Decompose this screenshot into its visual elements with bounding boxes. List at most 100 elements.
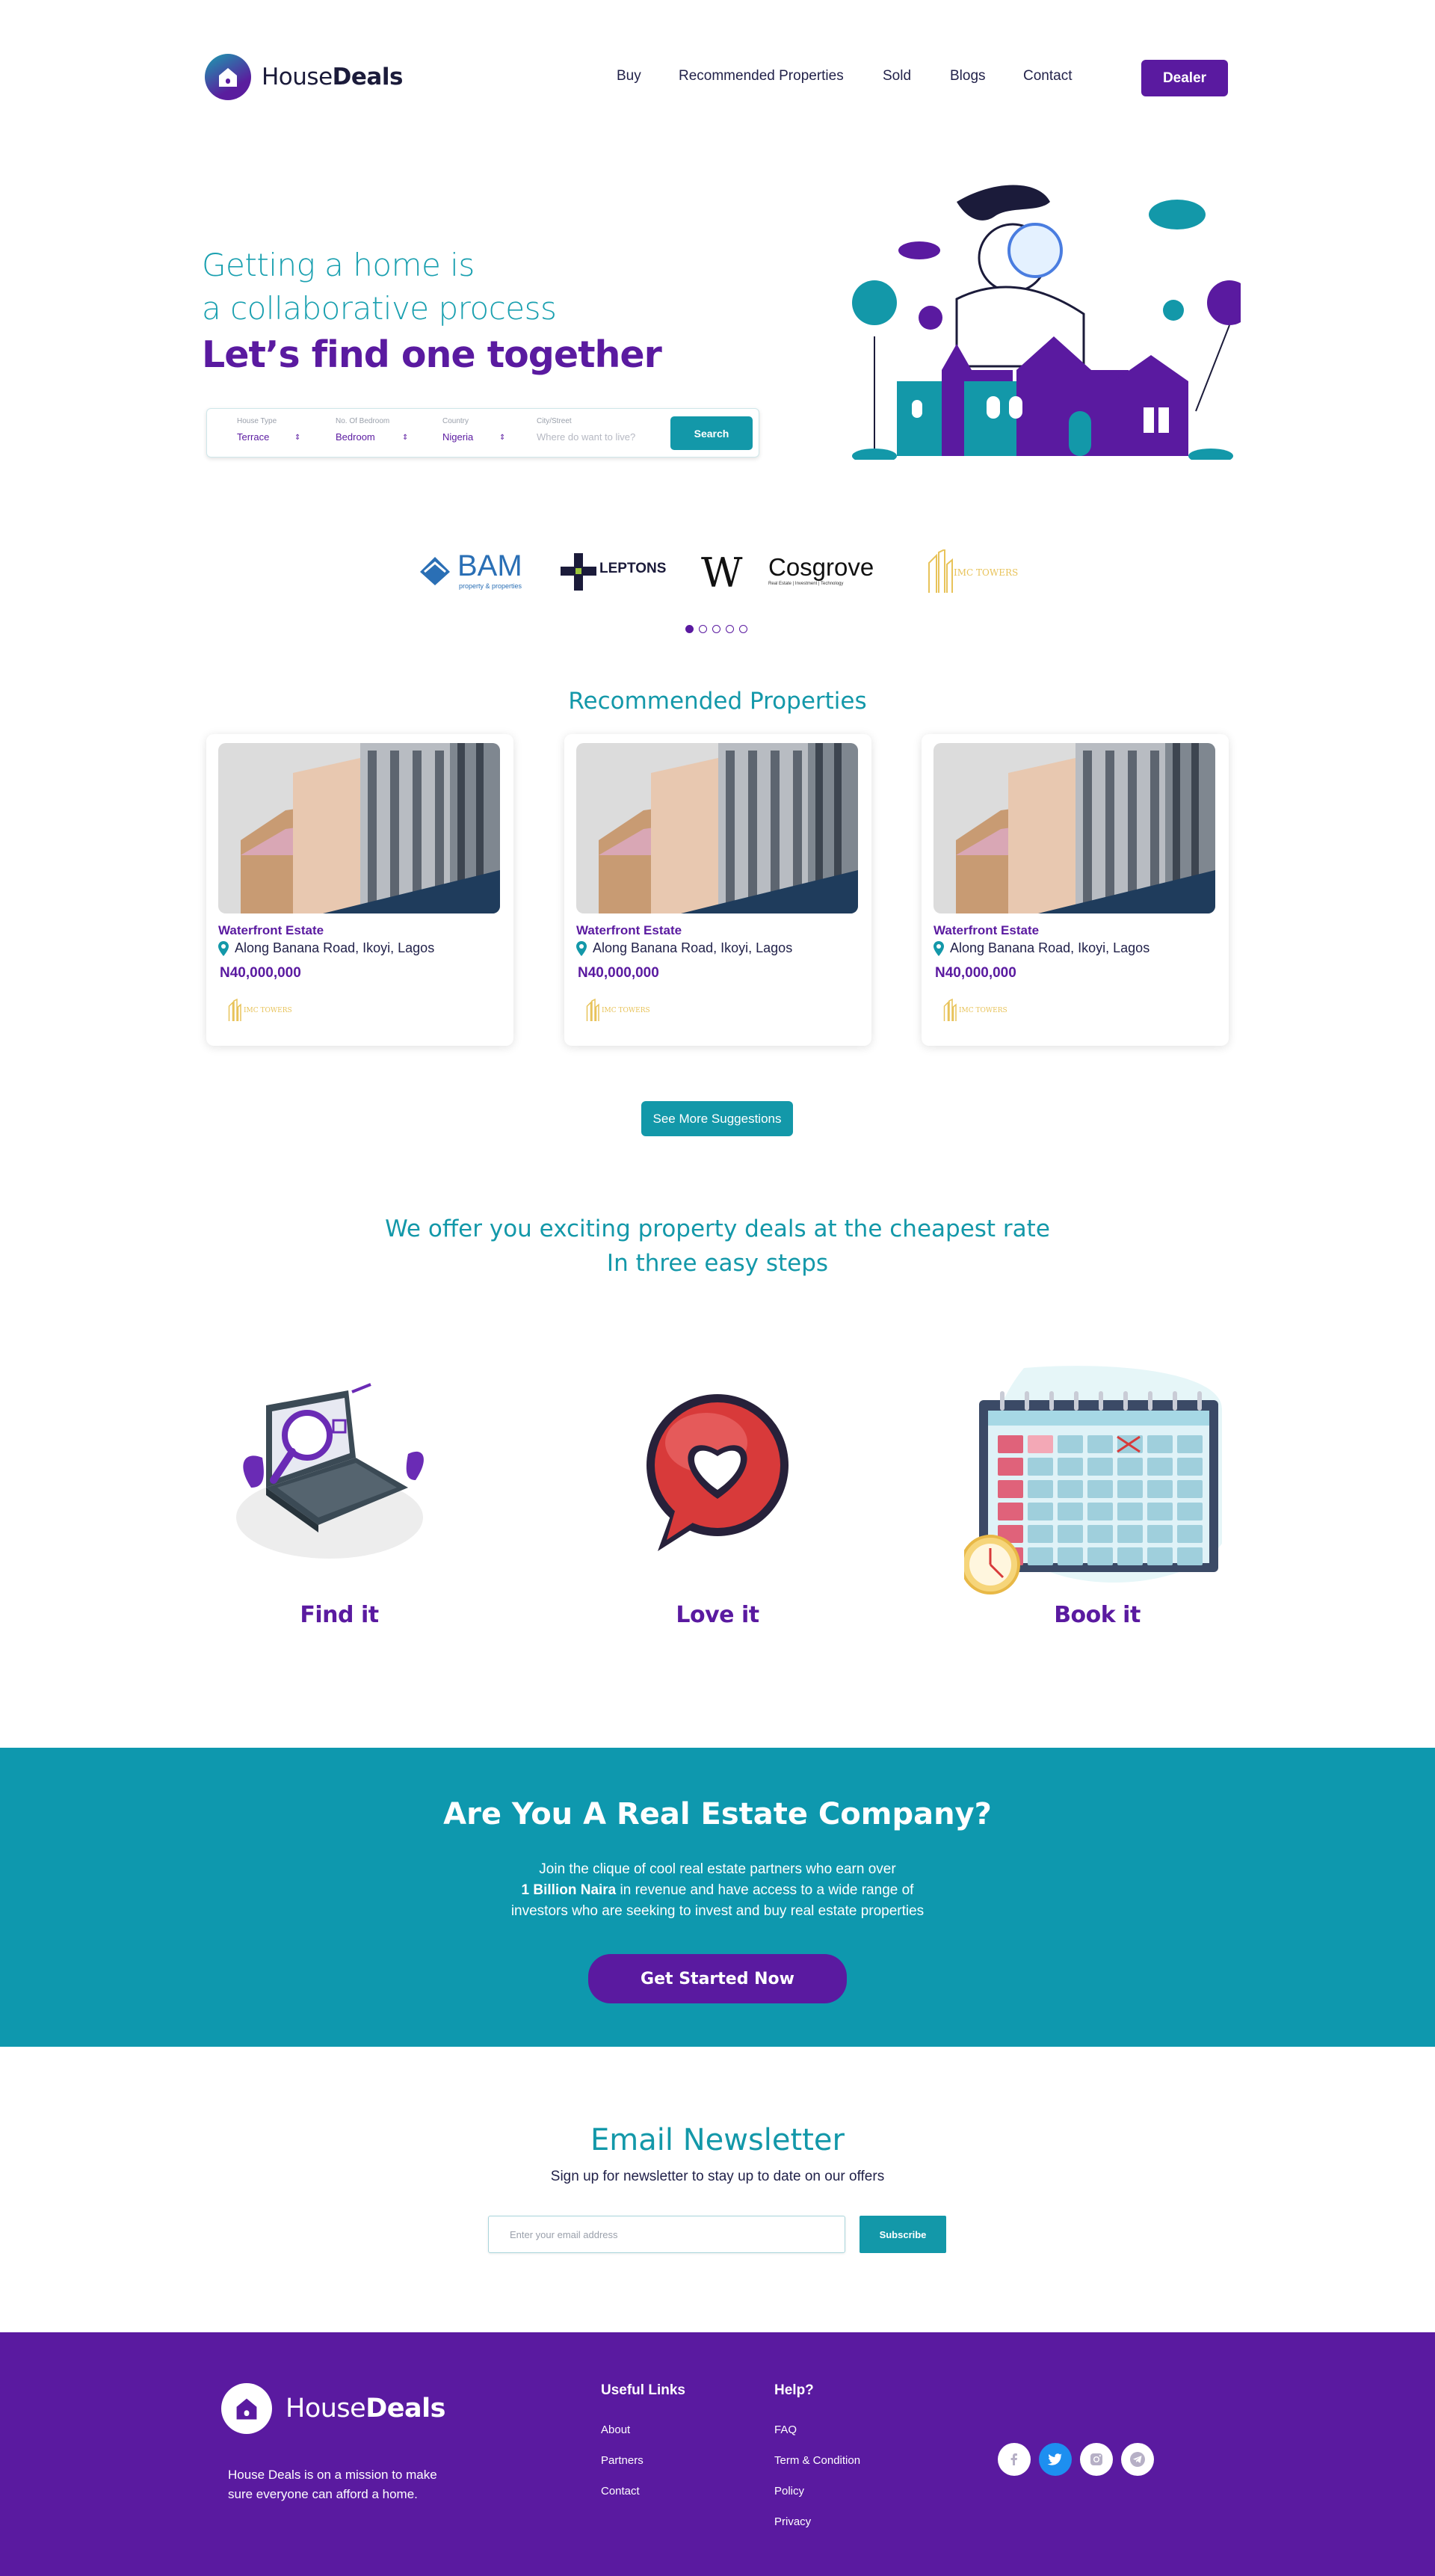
calendar-cell	[1147, 1547, 1173, 1565]
leptons-logo: LEPTONS	[561, 552, 676, 593]
dealer-button[interactable]: Dealer	[1141, 60, 1228, 96]
see-more-button[interactable]: See More Suggestions	[641, 1101, 793, 1136]
heart-chat-icon	[643, 1390, 792, 1555]
footer-link-faq[interactable]: FAQ	[774, 2424, 797, 2436]
footer-mission-line-1: House Deals is on a mission to make	[228, 2468, 437, 2482]
house-type-select[interactable]: House Type Terrace	[237, 417, 277, 443]
footer-link-policy[interactable]: Policy	[774, 2485, 804, 2498]
cta-text-line-2: 1 Billion Naira in revenue and have acce…	[0, 1880, 1435, 1901]
logo[interactable]: HouseDeals	[205, 54, 403, 100]
nav-recommended-properties[interactable]: Recommended Properties	[679, 68, 844, 84]
property-name[interactable]: Waterfront Estate	[576, 923, 682, 938]
recommended-title: Recommended Properties	[568, 688, 867, 715]
calendar-cell	[1028, 1458, 1053, 1476]
telegram-icon[interactable]	[1121, 2443, 1154, 2476]
bam-name: BAM	[457, 549, 522, 582]
footer-link-terms[interactable]: Term & Condition	[774, 2454, 860, 2467]
carousel-dot[interactable]	[726, 625, 734, 633]
calendar-cell	[1058, 1525, 1083, 1543]
calendar-cell	[998, 1503, 1023, 1520]
property-name[interactable]: Waterfront Estate	[933, 923, 1039, 938]
header: HouseDeals Buy Recommended Properties So…	[0, 0, 1435, 150]
imc-towers-logo: IMC TOWERS	[925, 548, 1022, 594]
calendar-ring	[1000, 1391, 1004, 1411]
location-pin-icon	[933, 940, 944, 956]
footer-link-contact[interactable]: Contact	[601, 2485, 640, 2498]
search-button[interactable]: Search	[670, 416, 753, 450]
calendar-ring	[1049, 1391, 1054, 1411]
nav-buy[interactable]: Buy	[617, 68, 641, 84]
calendar-cell	[1087, 1435, 1113, 1453]
field-label: No. Of Bedroom	[336, 417, 390, 425]
get-started-button[interactable]: Get Started Now	[588, 1954, 847, 2003]
nav-blogs[interactable]: Blogs	[950, 68, 986, 84]
leptons-name: LEPTONS	[599, 561, 667, 576]
calendar-cell	[1058, 1435, 1083, 1453]
calendar-cell	[1177, 1435, 1203, 1453]
subscribe-button[interactable]: Subscribe	[860, 2216, 946, 2253]
property-photo[interactable]	[218, 743, 500, 913]
imc-towers-logo: IMC TOWERS	[585, 994, 650, 1027]
footer-logo[interactable]: HouseDeals	[221, 2383, 445, 2434]
calendar-cell	[1147, 1525, 1173, 1543]
chevron-updown-icon[interactable]: ⇕	[294, 434, 300, 442]
property-card[interactable]: Waterfront Estate Along Banana Road, Iko…	[922, 734, 1229, 1046]
footer-link-privacy[interactable]: Privacy	[774, 2515, 811, 2528]
imc-towers-logo: IMC TOWERS	[942, 994, 1007, 1027]
step-book-label: Book it	[1054, 1602, 1141, 1628]
calendar-cell	[1087, 1480, 1113, 1498]
calendar-cell	[1058, 1458, 1083, 1476]
carousel-dot[interactable]	[712, 625, 720, 633]
chevron-updown-icon[interactable]: ⇕	[499, 434, 505, 442]
property-card[interactable]: Waterfront Estate Along Banana Road, Iko…	[564, 734, 871, 1046]
footer-link-about[interactable]: About	[601, 2424, 630, 2436]
calendar-cell	[1058, 1503, 1083, 1520]
country-select[interactable]: Country Nigeria	[442, 417, 473, 443]
property-photo[interactable]	[933, 743, 1215, 913]
nav-contact[interactable]: Contact	[1023, 68, 1072, 84]
email-input[interactable]: Enter your email address	[488, 2216, 845, 2253]
twitter-icon[interactable]	[1039, 2443, 1072, 2476]
newsletter-subtitle: Sign up for newsletter to stay up to dat…	[550, 2169, 885, 2184]
footer	[0, 2332, 1435, 2576]
cta-text-line-1: Join the clique of cool real estate part…	[539, 1861, 896, 1877]
bedroom-select[interactable]: No. Of Bedroom Bedroom	[336, 417, 389, 443]
field-placeholder: Where do want to live?	[537, 431, 636, 443]
help-title: Help?	[774, 2382, 814, 2398]
field-value: Bedroom	[336, 431, 375, 443]
carousel-dot[interactable]	[685, 625, 694, 633]
property-name[interactable]: Waterfront Estate	[218, 923, 324, 938]
instagram-icon[interactable]	[1080, 2443, 1113, 2476]
calendar-cell	[1087, 1547, 1113, 1565]
calendar-ring	[1099, 1391, 1103, 1411]
calendar-cell	[1117, 1503, 1143, 1520]
property-card[interactable]: Waterfront Estate Along Banana Road, Iko…	[206, 734, 513, 1046]
calendar-cell	[1117, 1547, 1143, 1565]
calendar-cell	[998, 1480, 1023, 1498]
calendar-cell	[1028, 1525, 1053, 1543]
property-price: N40,000,000	[578, 965, 659, 981]
hero-headline: Let’s find one together	[202, 333, 662, 376]
carousel-dot[interactable]	[699, 625, 707, 633]
nav-sold[interactable]: Sold	[883, 68, 911, 84]
calendar-ring	[1025, 1391, 1029, 1411]
facebook-icon[interactable]	[998, 2443, 1031, 2476]
footer-link-partners[interactable]: Partners	[601, 2454, 644, 2467]
property-address: Along Banana Road, Ikoyi, Lagos	[950, 940, 1150, 955]
partner-name: IMC TOWERS	[602, 1007, 650, 1014]
chevron-updown-icon[interactable]: ⇕	[402, 434, 408, 442]
calendar-cell	[1058, 1547, 1083, 1565]
w-logo: W	[701, 549, 743, 597]
city-input[interactable]: City/Street Where do want to live?	[537, 417, 635, 443]
carousel-dot[interactable]	[739, 625, 747, 633]
calendar-cell	[1147, 1480, 1173, 1498]
property-photo[interactable]	[576, 743, 858, 913]
newsletter-title: Email Newsletter	[590, 2123, 845, 2157]
calendar-cell	[1028, 1435, 1053, 1453]
cta-text-line-3: investors who are seeking to invest and …	[510, 1903, 925, 1919]
partner-name: IMC TOWERS	[959, 1007, 1007, 1014]
calendar-cell	[1087, 1525, 1113, 1543]
hero-illustration	[845, 172, 1252, 463]
field-label: Country	[442, 417, 469, 425]
property-location: Along Banana Road, Ikoyi, Lagos	[576, 940, 792, 956]
